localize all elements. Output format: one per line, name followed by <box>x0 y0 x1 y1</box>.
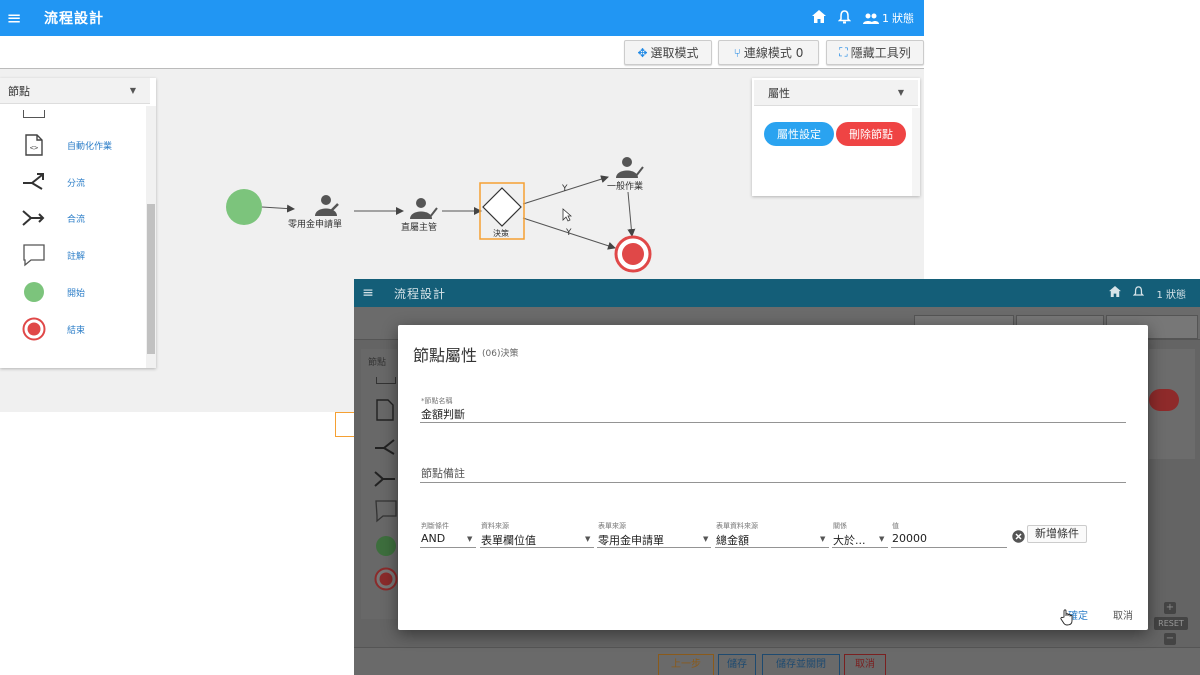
decision-label[interactable]: 決策 <box>493 228 509 239</box>
logic-label: 判斷條件 <box>421 522 449 530</box>
save-button[interactable]: 儲存 <box>718 654 756 675</box>
front-node-palette: 節點 <box>361 349 398 619</box>
prev-step-button[interactable]: 上一步 <box>658 654 714 675</box>
cancel-flow-button[interactable]: 取消 <box>844 654 886 675</box>
remove-condition-icon[interactable] <box>1012 528 1025 547</box>
caret-down-icon: ▼ <box>703 535 709 543</box>
back-prev-button-partial[interactable] <box>335 412 354 437</box>
hand-cursor-icon <box>1060 609 1073 626</box>
front-user-count[interactable]: 1 狀態 <box>1156 286 1186 301</box>
caret-down-icon: ▼ <box>585 535 591 543</box>
edge-start-task1 <box>261 204 295 213</box>
hamburger-menu-icon[interactable]: ≡ <box>354 285 382 301</box>
front-app-title: 流程設計 <box>394 286 447 301</box>
edge-task3-end <box>627 191 636 237</box>
edge-label-lower: Y <box>566 228 572 238</box>
add-condition-button[interactable]: 新增條件 <box>1027 525 1087 543</box>
source-select[interactable]: 表單欄位值 <box>481 532 536 548</box>
front-app-header: ≡ 流程設計 1 狀態 <box>354 279 1200 307</box>
caret-down-icon: ▼ <box>467 535 473 543</box>
dialog-title: 節點屬性 <box>413 346 478 365</box>
dialog-subtitle: (06)決策 <box>482 349 519 359</box>
node-remark-input[interactable]: 節點備註 <box>421 465 465 481</box>
zoom-out-icon[interactable]: − <box>1164 633 1176 645</box>
task2-label[interactable]: 直屬主管 <box>401 220 437 233</box>
node-properties-dialog: 節點屬性 (06)決策 *節點名稱 金額判斷 節點備註 判斷條件 AND ▼ 資… <box>398 325 1148 630</box>
form-select[interactable]: 零用金申請單 <box>598 532 664 548</box>
source-label: 資料來源 <box>481 522 509 530</box>
value-label: 值 <box>892 522 899 530</box>
field-label: 表單資料來源 <box>716 522 758 530</box>
task2-person-icon <box>410 198 438 219</box>
relation-select[interactable]: 大於... <box>833 532 866 548</box>
task1-label[interactable]: 零用金申請單 <box>288 217 342 230</box>
node-name-input[interactable]: 金額判斷 <box>421 406 465 422</box>
field-select[interactable]: 總金額 <box>716 532 749 548</box>
form-label: 表單來源 <box>598 522 626 530</box>
task3-label[interactable]: 一般作業 <box>607 179 644 192</box>
start-node <box>226 189 262 225</box>
cancel-button[interactable]: 取消 <box>1113 607 1133 622</box>
zoom-in-icon[interactable]: + <box>1164 602 1176 614</box>
save-and-close-button[interactable]: 儲存並關閉 <box>762 654 840 675</box>
task3-person-icon <box>616 157 644 178</box>
logic-select[interactable]: AND <box>421 532 445 545</box>
bell-icon[interactable] <box>1133 285 1145 301</box>
decision-node-diamond <box>482 187 522 227</box>
node-name-label: *節點名稱 <box>421 397 453 405</box>
caret-down-icon: ▼ <box>879 535 885 543</box>
value-input[interactable]: 20000 <box>892 532 927 545</box>
reset-zoom-button[interactable]: RESET <box>1154 617 1188 630</box>
edge-label-upper: Y <box>562 184 568 194</box>
mouse-cursor-icon <box>562 208 572 222</box>
caret-down-icon: ▼ <box>820 535 826 543</box>
relation-label: 關係 <box>833 522 847 530</box>
home-icon[interactable] <box>1109 286 1122 300</box>
task1-person-icon <box>315 195 339 216</box>
